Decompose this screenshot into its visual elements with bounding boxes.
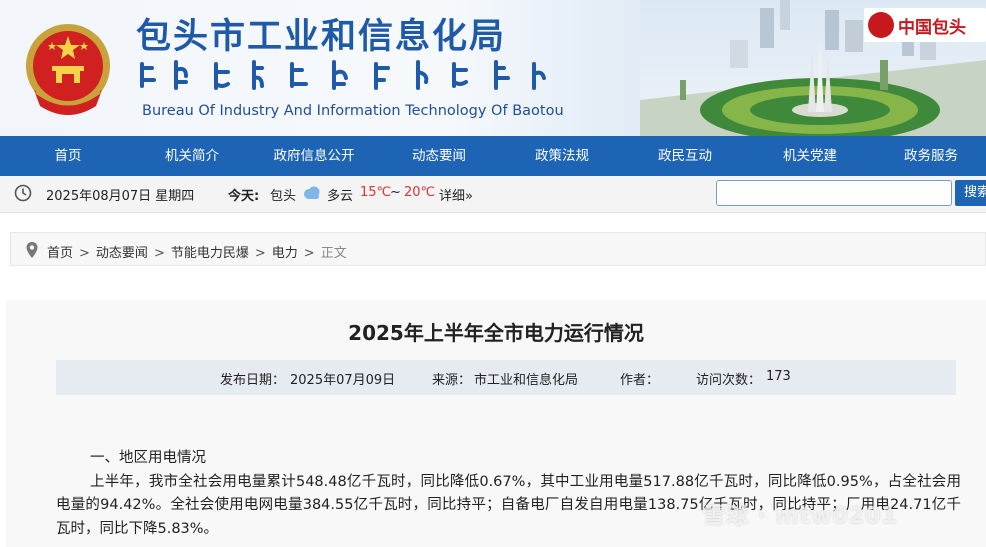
publish-date-label: 发布日期：	[220, 373, 286, 388]
temp-low: 15℃	[360, 185, 392, 200]
xueqiu-watermark: 雪球 · mtw0201	[703, 504, 898, 529]
source-label: 来源：	[432, 373, 472, 388]
cloud-icon	[304, 186, 320, 199]
nav-item-interaction[interactable]: 政民互动	[626, 136, 744, 176]
clock-icon	[14, 184, 32, 202]
site-header: 包头市工业和信息化局 Bureau Of Industry And Inform…	[0, 0, 986, 136]
nav-item-policy[interactable]: 政策法规	[498, 136, 626, 176]
temp-separator: ~	[390, 185, 401, 200]
breadcrumb-power[interactable]: 电力	[272, 242, 298, 261]
main-nav: 首页 机关简介 政府信息公开 动态要闻 政策法规 政民互动 机关党建 政务服务	[0, 136, 986, 176]
article-title: 2025年上半年全市电力运行情况	[348, 321, 644, 345]
temp-high: 20℃	[404, 185, 436, 200]
breadcrumb-separator: >	[303, 246, 315, 261]
mongolian-script-title	[140, 60, 546, 90]
breadcrumb-separator: >	[153, 246, 165, 261]
weather-city: 包头	[270, 189, 297, 204]
breadcrumb-trail: 首页 > 动态要闻 > 节能电力民爆 > 电力 > 正文	[47, 242, 347, 261]
weather-label: 今天:	[228, 189, 260, 204]
nav-item-news[interactable]: 动态要闻	[380, 136, 498, 176]
nav-item-home[interactable]: 首页	[0, 136, 136, 176]
nav-item-about[interactable]: 机关简介	[136, 136, 248, 176]
visits-label: 访问次数：	[696, 373, 762, 388]
breadcrumb-news[interactable]: 动态要闻	[96, 242, 148, 261]
breadcrumb-separator: >	[79, 246, 90, 261]
search-button[interactable]: 搜索	[955, 180, 986, 206]
brand-text: 中国包头	[898, 18, 966, 38]
source-value: 市工业和信息化局	[474, 373, 579, 388]
breadcrumb-separator: >	[254, 246, 266, 261]
nav-item-services[interactable]: 政务服务	[876, 136, 986, 176]
nav-item-party[interactable]: 机关党建	[744, 136, 876, 176]
weather-condition: 多云	[327, 189, 354, 204]
nav-item-gov-info[interactable]: 政府信息公开	[248, 136, 380, 176]
author-label: 作者：	[620, 373, 660, 388]
publish-date: 2025年07月09日	[290, 373, 396, 388]
site-title: 包头市工业和信息化局	[136, 17, 507, 57]
site-title-english: Bureau Of Industry And Information Techn…	[142, 103, 564, 119]
weather-detail-link[interactable]: 详细»	[439, 185, 473, 204]
location-pin-icon	[26, 242, 38, 258]
section-heading: 一、地区用电情况	[90, 450, 206, 466]
deer-badge-icon	[868, 12, 894, 38]
current-date: 2025年08月07日 星期四	[46, 189, 195, 204]
breadcrumb-energy[interactable]: 节能电力民爆	[171, 242, 249, 261]
search-input[interactable]	[716, 180, 952, 206]
visits-count: 173	[766, 369, 791, 384]
national-emblem-icon	[26, 24, 110, 115]
breadcrumb-current: 正文	[320, 246, 347, 261]
breadcrumb: 首页 > 动态要闻 > 节能电力民爆 > 电力 > 正文	[10, 232, 986, 266]
china-baotou-logo[interactable]: 中国包头	[864, 8, 986, 42]
breadcrumb-home[interactable]: 首页	[47, 242, 73, 261]
article-meta-bar: 发布日期： 2025年07月09日 来源： 市工业和信息化局 作者： 访问次数：…	[56, 360, 956, 395]
